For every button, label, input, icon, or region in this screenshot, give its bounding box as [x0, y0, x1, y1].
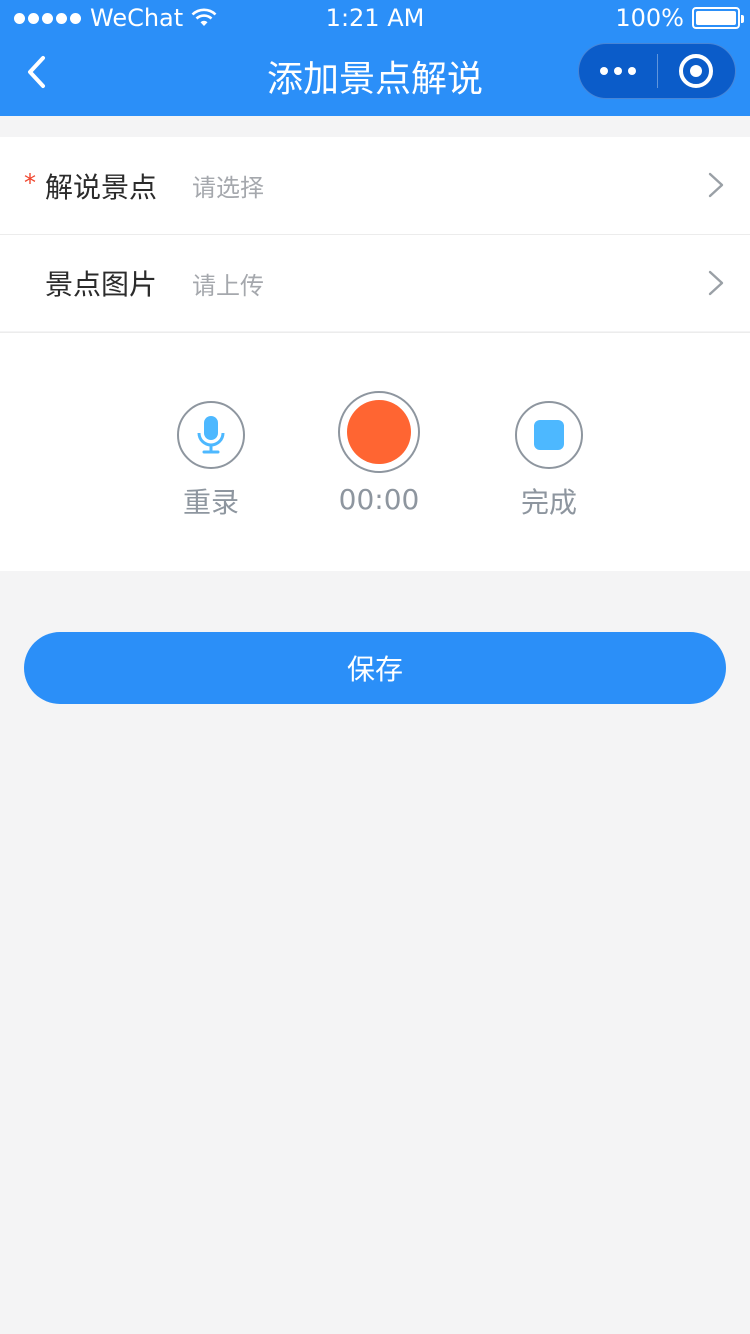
battery-icon	[692, 7, 744, 29]
form-row-spot[interactable]: * 解说景点 请选择	[0, 137, 750, 234]
record-dot-icon	[347, 400, 411, 464]
save-button[interactable]: 保存	[24, 632, 726, 704]
mini-program-capsule	[578, 43, 736, 99]
finish-button[interactable]	[515, 401, 583, 469]
spot-placeholder: 请选择	[192, 174, 264, 202]
record-control: 00:00	[294, 391, 464, 516]
rerecord-control: 重录	[126, 401, 296, 521]
status-right: 100%	[615, 4, 744, 32]
record-button[interactable]	[338, 391, 420, 473]
microphone-icon	[197, 416, 225, 454]
spot-label: 解说景点	[45, 170, 158, 204]
target-icon	[679, 54, 714, 88]
stop-icon	[534, 420, 564, 450]
image-placeholder: 请上传	[192, 271, 264, 300]
form-row-image[interactable]: 景点图片 请上传	[0, 234, 750, 331]
rerecord-label: 重录	[182, 486, 239, 519]
status-bar: WeChat 1:21 AM 100%	[0, 0, 750, 36]
chevron-right-icon	[708, 270, 724, 296]
close-button[interactable]	[658, 44, 736, 98]
form-list: * 解说景点 请选择 景点图片 请上传	[0, 137, 750, 331]
required-mark: *	[24, 169, 36, 197]
finish-control: 完成	[464, 401, 634, 521]
image-label: 景点图片	[45, 268, 158, 301]
more-dots-icon	[597, 67, 639, 75]
chevron-right-icon	[708, 172, 724, 198]
navbar: 添加景点解说	[0, 36, 750, 116]
battery-percent: 100%	[615, 4, 684, 32]
header: WeChat 1:21 AM 100% 添加景点解说	[0, 0, 750, 116]
audio-recorder: 重录 00:00 完成	[0, 332, 750, 571]
record-timer: 00:00	[338, 483, 420, 516]
finish-label: 完成	[520, 486, 577, 519]
rerecord-button[interactable]	[177, 401, 245, 469]
more-button[interactable]	[579, 44, 657, 98]
